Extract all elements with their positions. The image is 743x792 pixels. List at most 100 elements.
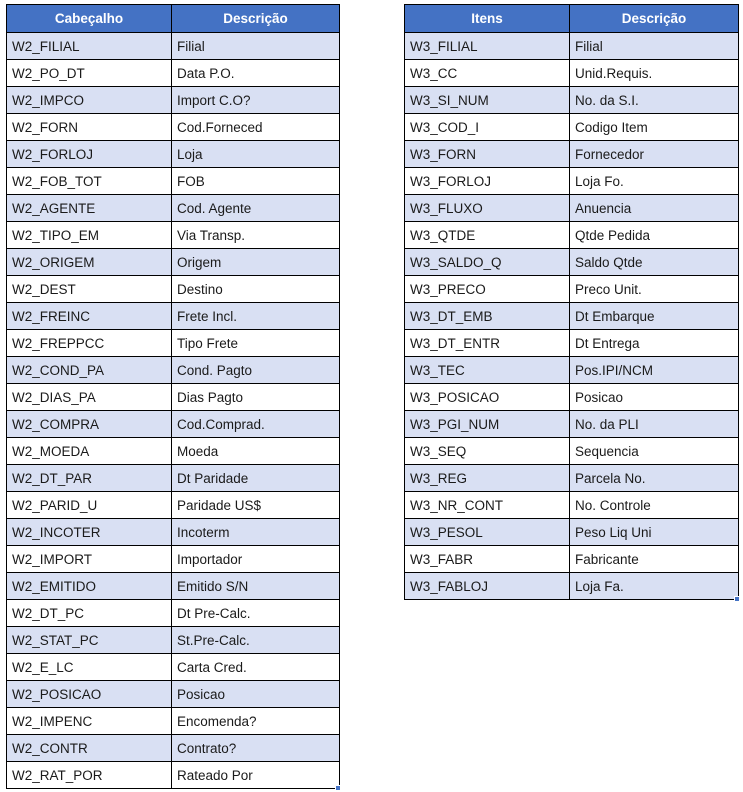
cell-field-description[interactable]: Parcela No. <box>569 464 739 492</box>
table-row[interactable]: W2_CONTR Contrato? <box>6 734 340 762</box>
cell-field-name[interactable]: W3_FABLOJ <box>404 572 570 600</box>
table-row[interactable]: W2_DT_PAR Dt Paridade <box>6 464 340 492</box>
cell-field-description[interactable]: Posicao <box>569 383 739 411</box>
cell-field-description[interactable]: Dt Pre-Calc. <box>171 599 340 627</box>
cell-field-description[interactable]: Loja <box>171 140 340 168</box>
column-header-itens[interactable]: Itens <box>404 4 570 33</box>
table-row[interactable]: W3_COD_I Codigo Item <box>404 113 739 141</box>
cell-field-name[interactable]: W2_DEST <box>6 275 172 303</box>
cell-field-description[interactable]: Paridade US$ <box>171 491 340 519</box>
table-row[interactable]: W2_AGENTE Cod. Agente <box>6 194 340 222</box>
cell-field-description[interactable]: FOB <box>171 167 340 195</box>
cell-field-name[interactable]: W2_DIAS_PA <box>6 383 172 411</box>
table-row[interactable]: W2_RAT_POR Rateado Por <box>6 761 340 789</box>
cell-field-name[interactable]: W2_FREINC <box>6 302 172 330</box>
table-row[interactable]: W2_FORLOJ Loja <box>6 140 340 168</box>
cell-field-description[interactable]: No. Controle <box>569 491 739 519</box>
table-row[interactable]: W3_POSICAO Posicao <box>404 383 739 411</box>
table-row[interactable]: W2_ORIGEM Origem <box>6 248 340 276</box>
table-row[interactable]: W3_NR_CONT No. Controle <box>404 491 739 519</box>
table-row[interactable]: W3_SEQ Sequencia <box>404 437 739 465</box>
cell-field-name[interactable]: W2_TIPO_EM <box>6 221 172 249</box>
cell-field-description[interactable]: Preco Unit. <box>569 275 739 303</box>
table-row[interactable]: W2_IMPENC Encomenda? <box>6 707 340 735</box>
selection-fill-handle[interactable] <box>734 596 740 602</box>
cell-field-description[interactable]: Carta Cred. <box>171 653 340 681</box>
selection-fill-handle[interactable] <box>335 785 341 791</box>
table-row[interactable]: W3_QTDE Qtde Pedida <box>404 221 739 249</box>
cell-field-description[interactable]: Filial <box>171 32 340 60</box>
cell-field-description[interactable]: Contrato? <box>171 734 340 762</box>
column-header-descricao[interactable]: Descrição <box>569 4 739 33</box>
cell-field-description[interactable]: Loja Fa. <box>569 572 739 600</box>
cell-field-name[interactable]: W3_REG <box>404 464 570 492</box>
cell-field-name[interactable]: W2_STAT_PC <box>6 626 172 654</box>
table-row[interactable]: W2_DEST Destino <box>6 275 340 303</box>
cell-field-name[interactable]: W2_FORN <box>6 113 172 141</box>
cell-field-description[interactable]: Sequencia <box>569 437 739 465</box>
cell-field-name[interactable]: W3_SEQ <box>404 437 570 465</box>
table-row[interactable]: W3_CC Unid.Requis. <box>404 59 739 87</box>
cell-field-name[interactable]: W2_AGENTE <box>6 194 172 222</box>
cell-field-name[interactable]: W2_CONTR <box>6 734 172 762</box>
cell-field-description[interactable]: Importador <box>171 545 340 573</box>
cell-field-name[interactable]: W3_COD_I <box>404 113 570 141</box>
table-row[interactable]: W2_COND_PA Cond. Pagto <box>6 356 340 384</box>
cell-field-description[interactable]: Cod.Comprad. <box>171 410 340 438</box>
cell-field-description[interactable]: Tipo Frete <box>171 329 340 357</box>
cell-field-description[interactable]: Origem <box>171 248 340 276</box>
cell-field-description[interactable]: Dt Entrega <box>569 329 739 357</box>
cell-field-name[interactable]: W3_PRECO <box>404 275 570 303</box>
cell-field-description[interactable]: Cod.Forneced <box>171 113 340 141</box>
cell-field-name[interactable]: W2_INCOTER <box>6 518 172 546</box>
table-row[interactable]: W2_POSICAO Posicao <box>6 680 340 708</box>
cell-field-name[interactable]: W2_POSICAO <box>6 680 172 708</box>
cell-field-name[interactable]: W2_FOB_TOT <box>6 167 172 195</box>
table-row[interactable]: W2_FREINC Frete Incl. <box>6 302 340 330</box>
cell-field-description[interactable]: St.Pre-Calc. <box>171 626 340 654</box>
table-row[interactable]: W3_PESOL Peso Liq Uni <box>404 518 739 546</box>
table-row[interactable]: W2_DT_PC Dt Pre-Calc. <box>6 599 340 627</box>
cell-field-description[interactable]: Fornecedor <box>569 140 739 168</box>
cell-field-name[interactable]: W2_PO_DT <box>6 59 172 87</box>
column-header-cabecalho[interactable]: Cabeçalho <box>6 4 172 33</box>
cell-field-description[interactable]: Moeda <box>171 437 340 465</box>
cell-field-description[interactable]: Via Transp. <box>171 221 340 249</box>
cell-field-name[interactable]: W2_PARID_U <box>6 491 172 519</box>
cell-field-name[interactable]: W2_COMPRA <box>6 410 172 438</box>
table-row[interactable]: W2_E_LC Carta Cred. <box>6 653 340 681</box>
cell-field-description[interactable]: Cond. Pagto <box>171 356 340 384</box>
cell-field-name[interactable]: W2_EMITIDO <box>6 572 172 600</box>
table-row[interactable]: W2_EMITIDO Emitido S/N <box>6 572 340 600</box>
cell-field-name[interactable]: W3_DT_ENTR <box>404 329 570 357</box>
table-row[interactable]: W2_PO_DT Data P.O. <box>6 59 340 87</box>
cell-field-name[interactable]: W2_IMPCO <box>6 86 172 114</box>
cell-field-description[interactable]: Dt Embarque <box>569 302 739 330</box>
table-row[interactable]: W3_FLUXO Anuencia <box>404 194 739 222</box>
cell-field-description[interactable]: Import C.O? <box>171 86 340 114</box>
table-row[interactable]: W2_FILIAL Filial <box>6 32 340 60</box>
cell-field-name[interactable]: W3_PESOL <box>404 518 570 546</box>
column-header-descricao[interactable]: Descrição <box>171 4 340 33</box>
cell-field-name[interactable]: W2_DT_PAR <box>6 464 172 492</box>
cell-field-description[interactable]: Dt Paridade <box>171 464 340 492</box>
table-row[interactable]: W2_FORN Cod.Forneced <box>6 113 340 141</box>
cell-field-description[interactable]: Saldo Qtde <box>569 248 739 276</box>
table-row[interactable]: W2_TIPO_EM Via Transp. <box>6 221 340 249</box>
cell-field-description[interactable]: Qtde Pedida <box>569 221 739 249</box>
cell-field-name[interactable]: W3_FORLOJ <box>404 167 570 195</box>
cell-field-name[interactable]: W3_TEC <box>404 356 570 384</box>
table-row[interactable]: W3_PGI_NUM No. da PLI <box>404 410 739 438</box>
table-row[interactable]: W3_DT_ENTR Dt Entrega <box>404 329 739 357</box>
table-row[interactable]: W3_SALDO_Q Saldo Qtde <box>404 248 739 276</box>
cell-field-description[interactable]: No. da S.I. <box>569 86 739 114</box>
cell-field-name[interactable]: W2_DT_PC <box>6 599 172 627</box>
table-row[interactable]: W2_PARID_U Paridade US$ <box>6 491 340 519</box>
cell-field-description[interactable]: Emitido S/N <box>171 572 340 600</box>
table-row[interactable]: W2_INCOTER Incoterm <box>6 518 340 546</box>
cell-field-description[interactable]: Filial <box>569 32 739 60</box>
cell-field-name[interactable]: W2_RAT_POR <box>6 761 172 789</box>
cell-field-description[interactable]: Posicao <box>171 680 340 708</box>
cell-field-name[interactable]: W3_CC <box>404 59 570 87</box>
cell-field-name[interactable]: W3_FABR <box>404 545 570 573</box>
